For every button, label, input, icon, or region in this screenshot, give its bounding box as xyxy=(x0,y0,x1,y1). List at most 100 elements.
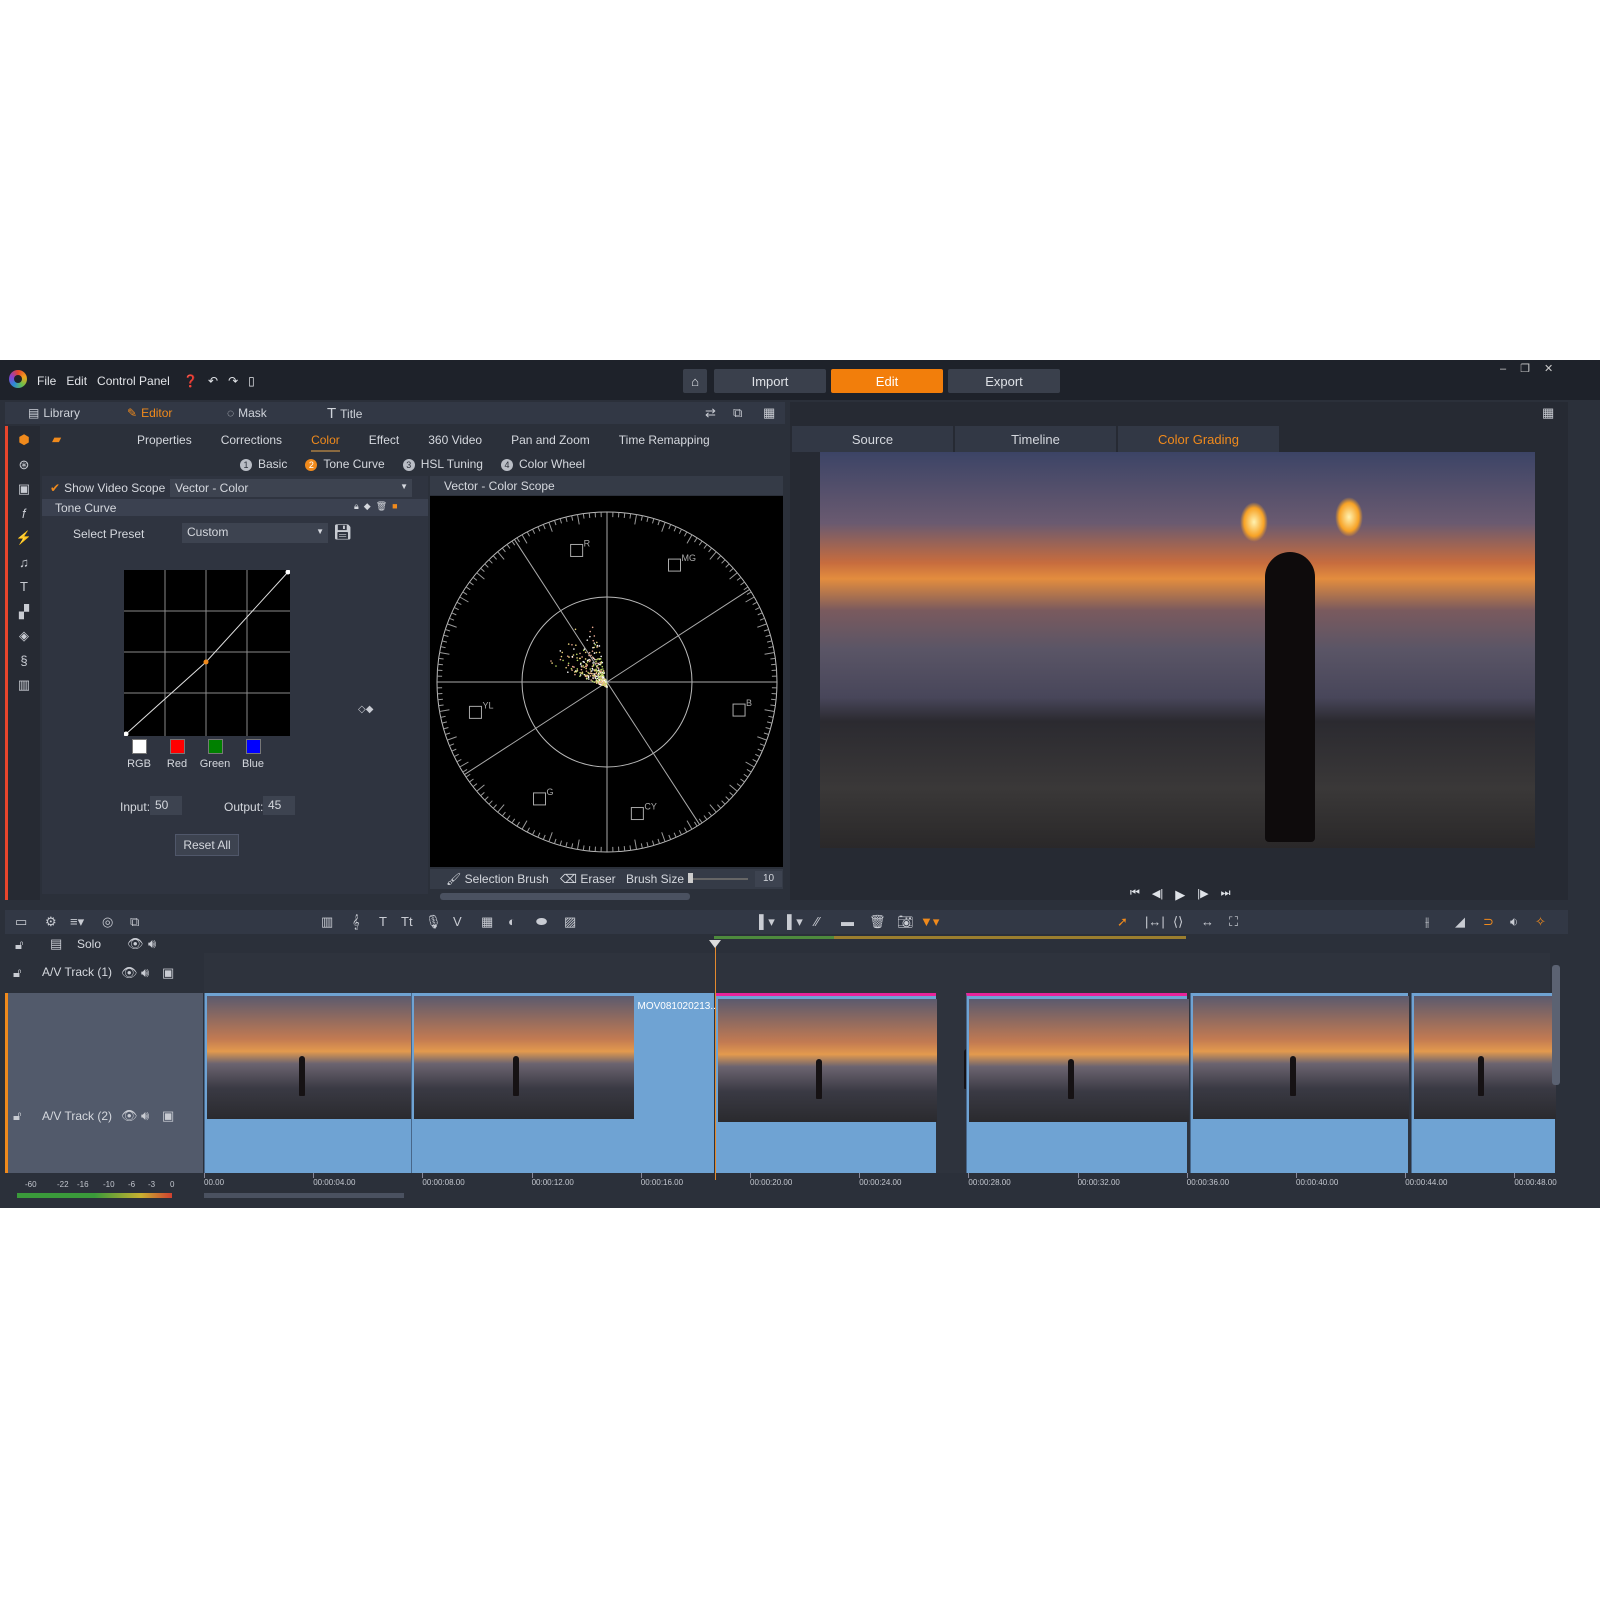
editor-icon[interactable]: ⬢ xyxy=(14,432,34,448)
selection-brush-button[interactable]: 🖌︎ Selection Brush xyxy=(446,872,549,886)
playhead-handle[interactable] xyxy=(709,940,721,954)
track-list-icon[interactable]: ▤ xyxy=(50,936,62,952)
input-field[interactable]: 50 xyxy=(150,796,182,815)
clipboard-icon[interactable]: ▣ xyxy=(14,481,34,497)
step-basic[interactable]: 1 Basic xyxy=(240,457,287,471)
microphone-icon[interactable]: 🎙︎ xyxy=(425,914,442,930)
preview-tab-timeline[interactable]: Timeline xyxy=(955,426,1116,452)
step-forward-icon[interactable]: |▶ xyxy=(1197,887,1208,903)
preview-tab-source[interactable]: Source xyxy=(792,426,953,452)
import-button[interactable]: Import xyxy=(714,369,826,393)
swap-icon[interactable]: ⇄ xyxy=(705,405,716,421)
home-button[interactable]: ⌂ xyxy=(683,369,707,393)
channel-blue[interactable]: Blue xyxy=(244,739,262,770)
menu-edit[interactable]: Edit xyxy=(66,374,87,388)
preset-dropdown[interactable]: Custom ▼ xyxy=(182,523,328,543)
track-area[interactable]: MOV081020213... xyxy=(204,953,1550,1173)
music-icon[interactable]: ♫ xyxy=(14,555,34,570)
skip-end-icon[interactable]: ⏭ xyxy=(1221,887,1231,903)
menu-control-panel[interactable]: Control Panel xyxy=(97,374,170,388)
tab-corrections[interactable]: Corrections xyxy=(221,433,282,452)
multicam-icon[interactable]: ▦ xyxy=(481,914,493,930)
brush-size-field[interactable]: 10 xyxy=(755,871,782,887)
timeline-clip[interactable] xyxy=(204,993,411,1173)
motion-icon[interactable]: ▞ xyxy=(14,604,34,620)
audio-mixer-icon[interactable]: ▥ xyxy=(321,914,333,930)
play-icon[interactable]: ▶ xyxy=(1175,887,1185,903)
output-field[interactable]: 45 xyxy=(263,796,295,815)
save-preset-icon[interactable]: 💾︎ xyxy=(333,523,352,541)
tab-editor[interactable]: ✎ Editor xyxy=(127,406,172,420)
speaker-icon[interactable]: 🔊︎ xyxy=(141,1108,149,1124)
speaker-icon[interactable]: 🔊︎ xyxy=(148,936,156,952)
vertical-scrollbar[interactable] xyxy=(1552,953,1560,1173)
slide-icon[interactable]: ↔ xyxy=(1201,914,1214,929)
transition-icon[interactable]: ⚡ xyxy=(14,530,34,546)
time-ruler[interactable]: 00.00 00:00:04.00 00:00:08.00 00:00:12.00 00… xyxy=(204,1173,1550,1193)
split-icon[interactable]: ⫲ xyxy=(1425,914,1429,930)
video-preview[interactable] xyxy=(820,452,1535,848)
skip-start-icon[interactable]: ⏮ xyxy=(1130,887,1140,903)
eye-icon[interactable]: 👁︎ xyxy=(121,965,138,981)
menu-file[interactable]: File xyxy=(37,374,56,388)
step-tone-curve[interactable]: 2 Tone Curve xyxy=(305,457,384,471)
speaker-icon[interactable]: 🔊︎ xyxy=(141,965,149,981)
color-icon[interactable]: ⊛ xyxy=(14,457,34,473)
fx-icon[interactable]: 𝑓 xyxy=(14,506,34,522)
slip-icon[interactable]: ⟨⟩ xyxy=(1173,914,1183,930)
delete-icon[interactable]: 🗑︎ xyxy=(869,914,886,930)
tab-pan-and-zoom[interactable]: Pan and Zoom xyxy=(511,433,590,452)
timeline-clip[interactable] xyxy=(966,993,1187,1173)
disc-icon[interactable]: ◎ xyxy=(102,914,113,930)
magnet-icon[interactable]: ⊃ xyxy=(1483,914,1494,930)
restore-icon[interactable]: ❐ xyxy=(1520,363,1544,375)
eye-icon[interactable]: 👁︎ xyxy=(121,1108,138,1124)
razor-icon[interactable]: ⁄⁄ xyxy=(815,914,819,929)
sound-effect-icon[interactable]: § xyxy=(14,653,34,668)
export-frame-icon[interactable]: ⧉ xyxy=(130,914,139,930)
help-icon[interactable]: ❓ xyxy=(183,374,198,388)
reset-all-button[interactable]: Reset All xyxy=(175,834,239,856)
lock-icon[interactable]: 🔓︎ xyxy=(13,965,21,981)
motion-track-icon[interactable]: ▨ xyxy=(564,914,576,930)
crop-icon[interactable]: ⛶ xyxy=(1229,914,1238,930)
delete-icon[interactable]: 🗑︎ xyxy=(376,501,392,511)
ripple-insert-icon[interactable]: ◢ xyxy=(1455,914,1465,930)
project-icon[interactable]: ▯ xyxy=(248,374,255,388)
timeline-scrollbar[interactable] xyxy=(204,1193,404,1198)
layout-icon[interactable]: ▦ xyxy=(763,405,775,421)
ripple-icon[interactable]: ▬ xyxy=(841,914,854,929)
storyboard-icon[interactable]: ▭ xyxy=(15,914,27,930)
popout-icon[interactable]: ⧉ xyxy=(733,405,742,421)
show-video-scope-checkbox[interactable]: ✔ Show Video Scope xyxy=(50,481,165,495)
lock-icon[interactable]: 🔓︎ xyxy=(13,1108,21,1124)
score-icon[interactable]: 𝄞 xyxy=(352,914,360,930)
overlay-icon[interactable]: ▣ xyxy=(162,1108,174,1124)
blend-icon[interactable]: ⬬ xyxy=(536,914,547,930)
brush-size-slider[interactable] xyxy=(688,878,748,880)
eye-icon[interactable]: 👁︎ xyxy=(127,936,144,952)
tab-library[interactable]: ▤ Library xyxy=(28,406,80,420)
step-hsl-tuning[interactable]: 3 HSL Tuning xyxy=(403,457,483,471)
transition-icon[interactable]: V xyxy=(453,914,462,929)
timeline-clip[interactable] xyxy=(1190,993,1408,1173)
subtitle-icon[interactable]: Tt xyxy=(401,914,413,929)
tab-360-video[interactable]: 360 Video xyxy=(428,433,482,452)
layout-icon[interactable]: ▦ xyxy=(1542,405,1554,421)
tab-mask[interactable]: ◌ Mask xyxy=(227,406,267,420)
marker-out-icon[interactable]: ▌▾ xyxy=(787,914,803,930)
keyframe-icon[interactable]: ◆ xyxy=(364,501,376,511)
color-icon[interactable]: ◐ xyxy=(508,914,516,929)
tab-title[interactable]: T Title xyxy=(327,405,362,422)
title-icon[interactable]: T xyxy=(14,579,34,594)
export-button[interactable]: Export xyxy=(948,369,1060,393)
tab-effect[interactable]: Effect xyxy=(369,433,399,452)
redo-icon[interactable]: ↷ xyxy=(228,374,238,388)
tab-properties[interactable]: Properties xyxy=(137,433,192,452)
minimize-icon[interactable]: – xyxy=(1500,363,1520,375)
marker-in-icon[interactable]: ▌▾ xyxy=(759,914,775,930)
close-icon[interactable]: ✕ xyxy=(1544,363,1567,375)
tab-time-remapping[interactable]: Time Remapping xyxy=(619,433,710,452)
edit-button[interactable]: Edit xyxy=(831,369,943,393)
lock-icon[interactable]: 🔓︎ xyxy=(15,937,23,953)
